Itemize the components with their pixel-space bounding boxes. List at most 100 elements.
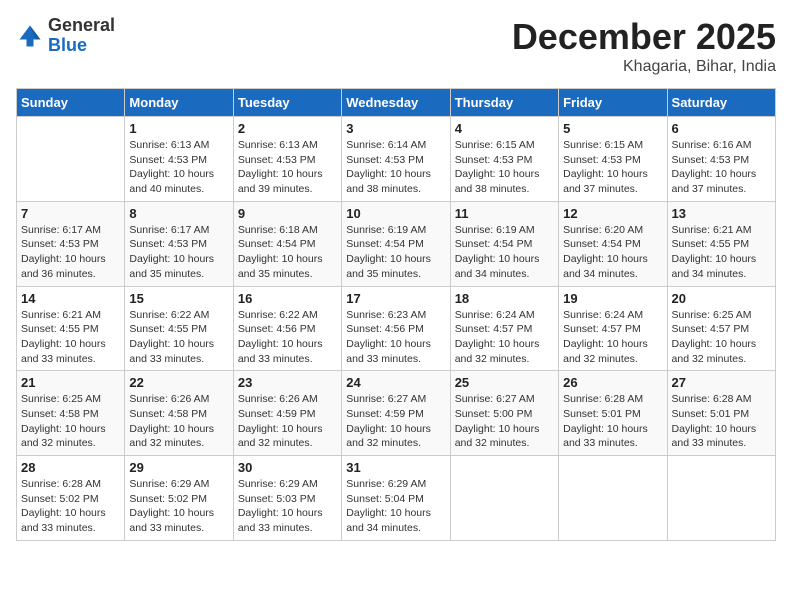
column-header-thursday: Thursday bbox=[450, 89, 558, 117]
day-info: Sunrise: 6:29 AM Sunset: 5:03 PM Dayligh… bbox=[238, 477, 337, 536]
calendar-cell: 19 Sunrise: 6:24 AM Sunset: 4:57 PM Dayli… bbox=[559, 286, 667, 371]
calendar-cell: 25 Sunrise: 6:27 AM Sunset: 5:00 PM Dayli… bbox=[450, 371, 558, 456]
calendar-table: SundayMondayTuesdayWednesdayThursdayFrid… bbox=[16, 88, 776, 541]
day-number: 12 bbox=[563, 206, 662, 221]
day-info: Sunrise: 6:24 AM Sunset: 4:57 PM Dayligh… bbox=[563, 308, 662, 367]
day-number: 11 bbox=[455, 206, 554, 221]
day-number: 10 bbox=[346, 206, 445, 221]
day-info: Sunrise: 6:27 AM Sunset: 5:00 PM Dayligh… bbox=[455, 392, 554, 451]
calendar-cell: 12 Sunrise: 6:20 AM Sunset: 4:54 PM Dayli… bbox=[559, 201, 667, 286]
day-number: 15 bbox=[129, 291, 228, 306]
calendar-cell bbox=[667, 456, 775, 541]
title-block: December 2025 Khagaria, Bihar, India bbox=[512, 16, 776, 76]
day-info: Sunrise: 6:29 AM Sunset: 5:02 PM Dayligh… bbox=[129, 477, 228, 536]
day-number: 7 bbox=[21, 206, 120, 221]
calendar-cell: 22 Sunrise: 6:26 AM Sunset: 4:58 PM Dayli… bbox=[125, 371, 233, 456]
calendar-week-row: 28 Sunrise: 6:28 AM Sunset: 5:02 PM Dayli… bbox=[17, 456, 776, 541]
calendar-cell: 23 Sunrise: 6:26 AM Sunset: 4:59 PM Dayli… bbox=[233, 371, 341, 456]
calendar-cell: 26 Sunrise: 6:28 AM Sunset: 5:01 PM Dayli… bbox=[559, 371, 667, 456]
day-info: Sunrise: 6:14 AM Sunset: 4:53 PM Dayligh… bbox=[346, 138, 445, 197]
calendar-cell: 20Sunrise: 6:25 AM Sunset: 4:57 PM Dayli… bbox=[667, 286, 775, 371]
calendar-cell: 10 Sunrise: 6:19 AM Sunset: 4:54 PM Dayli… bbox=[342, 201, 450, 286]
calendar-cell: 28 Sunrise: 6:28 AM Sunset: 5:02 PM Dayli… bbox=[17, 456, 125, 541]
day-number: 8 bbox=[129, 206, 228, 221]
day-number: 29 bbox=[129, 460, 228, 475]
day-number: 19 bbox=[563, 291, 662, 306]
calendar-cell: 31 Sunrise: 6:29 AM Sunset: 5:04 PM Dayli… bbox=[342, 456, 450, 541]
day-number: 18 bbox=[455, 291, 554, 306]
day-info: Sunrise: 6:20 AM Sunset: 4:54 PM Dayligh… bbox=[563, 223, 662, 282]
calendar-cell: 21 Sunrise: 6:25 AM Sunset: 4:58 PM Dayli… bbox=[17, 371, 125, 456]
day-info: Sunrise: 6:24 AM Sunset: 4:57 PM Dayligh… bbox=[455, 308, 554, 367]
day-info: Sunrise: 6:19 AM Sunset: 4:54 PM Dayligh… bbox=[455, 223, 554, 282]
day-info: Sunrise: 6:26 AM Sunset: 4:59 PM Dayligh… bbox=[238, 392, 337, 451]
calendar-cell: 1 Sunrise: 6:13 AM Sunset: 4:53 PM Daylig… bbox=[125, 117, 233, 202]
day-number: 16 bbox=[238, 291, 337, 306]
column-header-monday: Monday bbox=[125, 89, 233, 117]
calendar-cell: 11 Sunrise: 6:19 AM Sunset: 4:54 PM Dayli… bbox=[450, 201, 558, 286]
calendar-cell: 27 Sunrise: 6:28 AM Sunset: 5:01 PM Dayli… bbox=[667, 371, 775, 456]
day-number: 1 bbox=[129, 121, 228, 136]
calendar-cell bbox=[450, 456, 558, 541]
day-info: Sunrise: 6:13 AM Sunset: 4:53 PM Dayligh… bbox=[238, 138, 337, 197]
calendar-week-row: 21 Sunrise: 6:25 AM Sunset: 4:58 PM Dayli… bbox=[17, 371, 776, 456]
day-info: Sunrise: 6:28 AM Sunset: 5:01 PM Dayligh… bbox=[672, 392, 771, 451]
day-info: Sunrise: 6:17 AM Sunset: 4:53 PM Dayligh… bbox=[129, 223, 228, 282]
day-info: Sunrise: 6:23 AM Sunset: 4:56 PM Dayligh… bbox=[346, 308, 445, 367]
calendar-cell: 13Sunrise: 6:21 AM Sunset: 4:55 PM Dayli… bbox=[667, 201, 775, 286]
location-subtitle: Khagaria, Bihar, India bbox=[512, 58, 776, 76]
day-number: 30 bbox=[238, 460, 337, 475]
calendar-cell: 7 Sunrise: 6:17 AM Sunset: 4:53 PM Daylig… bbox=[17, 201, 125, 286]
day-info: Sunrise: 6:26 AM Sunset: 4:58 PM Dayligh… bbox=[129, 392, 228, 451]
logo-icon bbox=[16, 22, 44, 50]
day-number: 4 bbox=[455, 121, 554, 136]
day-number: 3 bbox=[346, 121, 445, 136]
calendar-cell: 6Sunrise: 6:16 AM Sunset: 4:53 PM Daylig… bbox=[667, 117, 775, 202]
day-number: 14 bbox=[21, 291, 120, 306]
day-number: 25 bbox=[455, 375, 554, 390]
calendar-week-row: 1 Sunrise: 6:13 AM Sunset: 4:53 PM Daylig… bbox=[17, 117, 776, 202]
calendar-cell: 2 Sunrise: 6:13 AM Sunset: 4:53 PM Daylig… bbox=[233, 117, 341, 202]
day-number: 31 bbox=[346, 460, 445, 475]
day-number: 26 bbox=[563, 375, 662, 390]
column-header-wednesday: Wednesday bbox=[342, 89, 450, 117]
day-info: Sunrise: 6:17 AM Sunset: 4:53 PM Dayligh… bbox=[21, 223, 120, 282]
day-number: 24 bbox=[346, 375, 445, 390]
calendar-cell: 9Sunrise: 6:18 AM Sunset: 4:54 PM Daylig… bbox=[233, 201, 341, 286]
day-number: 21 bbox=[21, 375, 120, 390]
calendar-cell: 4Sunrise: 6:15 AM Sunset: 4:53 PM Daylig… bbox=[450, 117, 558, 202]
day-info: Sunrise: 6:21 AM Sunset: 4:55 PM Dayligh… bbox=[672, 223, 771, 282]
day-number: 2 bbox=[238, 121, 337, 136]
day-number: 28 bbox=[21, 460, 120, 475]
day-info: Sunrise: 6:16 AM Sunset: 4:53 PM Dayligh… bbox=[672, 138, 771, 197]
day-number: 27 bbox=[672, 375, 771, 390]
calendar-cell bbox=[17, 117, 125, 202]
calendar-cell: 3 Sunrise: 6:14 AM Sunset: 4:53 PM Daylig… bbox=[342, 117, 450, 202]
logo-blue-text: Blue bbox=[48, 36, 115, 56]
day-info: Sunrise: 6:28 AM Sunset: 5:02 PM Dayligh… bbox=[21, 477, 120, 536]
calendar-cell: 5 Sunrise: 6:15 AM Sunset: 4:53 PM Daylig… bbox=[559, 117, 667, 202]
day-info: Sunrise: 6:22 AM Sunset: 4:55 PM Dayligh… bbox=[129, 308, 228, 367]
day-info: Sunrise: 6:13 AM Sunset: 4:53 PM Dayligh… bbox=[129, 138, 228, 197]
day-info: Sunrise: 6:18 AM Sunset: 4:54 PM Dayligh… bbox=[238, 223, 337, 282]
column-header-saturday: Saturday bbox=[667, 89, 775, 117]
day-info: Sunrise: 6:29 AM Sunset: 5:04 PM Dayligh… bbox=[346, 477, 445, 536]
day-number: 22 bbox=[129, 375, 228, 390]
calendar-week-row: 14 Sunrise: 6:21 AM Sunset: 4:55 PM Dayli… bbox=[17, 286, 776, 371]
day-number: 5 bbox=[563, 121, 662, 136]
logo: General Blue bbox=[16, 16, 115, 56]
day-info: Sunrise: 6:25 AM Sunset: 4:57 PM Dayligh… bbox=[672, 308, 771, 367]
page-header: General Blue December 2025 Khagaria, Bih… bbox=[16, 16, 776, 76]
day-info: Sunrise: 6:25 AM Sunset: 4:58 PM Dayligh… bbox=[21, 392, 120, 451]
day-number: 23 bbox=[238, 375, 337, 390]
calendar-cell: 18 Sunrise: 6:24 AM Sunset: 4:57 PM Dayli… bbox=[450, 286, 558, 371]
logo-general-text: General bbox=[48, 16, 115, 36]
day-info: Sunrise: 6:28 AM Sunset: 5:01 PM Dayligh… bbox=[563, 392, 662, 451]
day-info: Sunrise: 6:19 AM Sunset: 4:54 PM Dayligh… bbox=[346, 223, 445, 282]
calendar-cell: 8 Sunrise: 6:17 AM Sunset: 4:53 PM Daylig… bbox=[125, 201, 233, 286]
calendar-week-row: 7 Sunrise: 6:17 AM Sunset: 4:53 PM Daylig… bbox=[17, 201, 776, 286]
calendar-cell bbox=[559, 456, 667, 541]
day-info: Sunrise: 6:21 AM Sunset: 4:55 PM Dayligh… bbox=[21, 308, 120, 367]
day-info: Sunrise: 6:15 AM Sunset: 4:53 PM Dayligh… bbox=[563, 138, 662, 197]
day-info: Sunrise: 6:22 AM Sunset: 4:56 PM Dayligh… bbox=[238, 308, 337, 367]
